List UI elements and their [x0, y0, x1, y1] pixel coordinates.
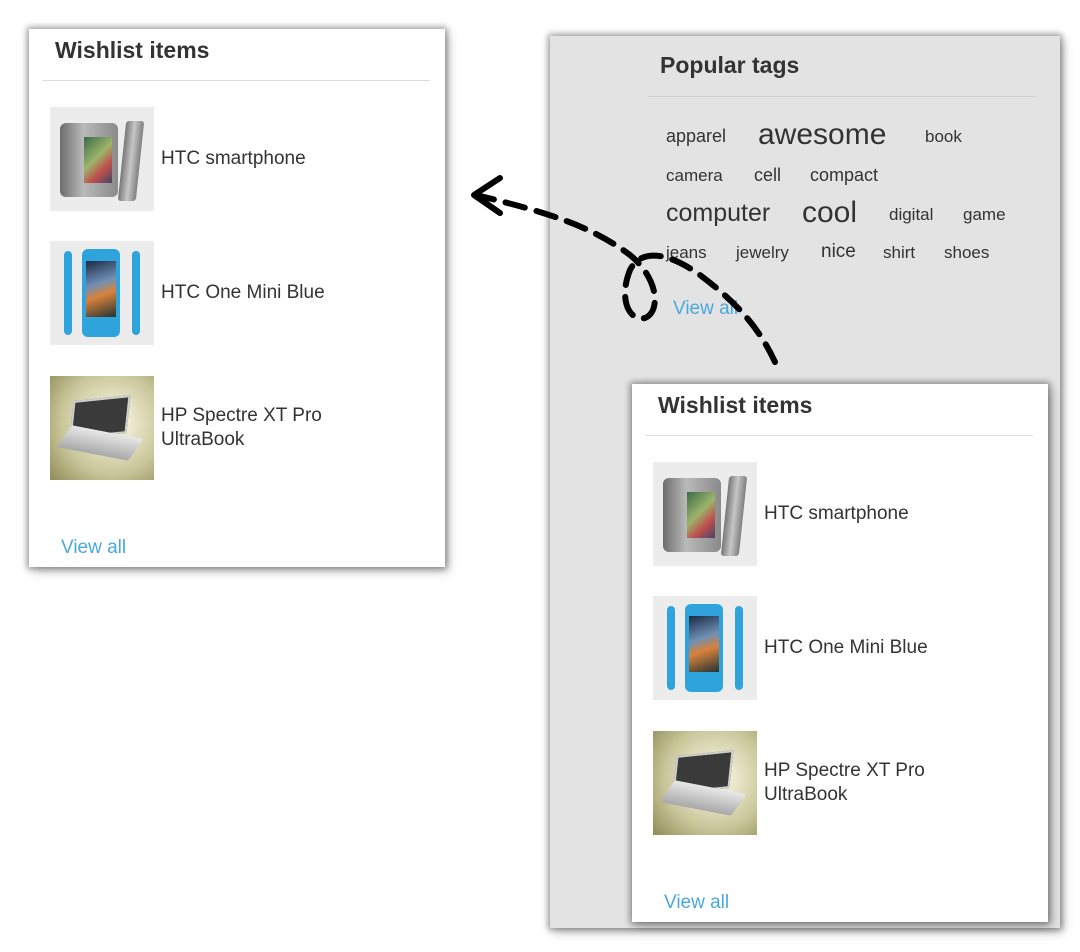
htc-smartphone-image[interactable]	[50, 107, 154, 211]
view-all-link[interactable]: View all	[664, 892, 729, 914]
wishlist-item-name[interactable]: HTC smartphone	[161, 147, 371, 171]
tag-camera[interactable]: camera	[666, 166, 723, 186]
tag-shoes[interactable]: shoes	[944, 243, 989, 263]
title-divider	[648, 96, 1035, 97]
tag-nice[interactable]: nice	[821, 241, 856, 263]
title-divider	[646, 435, 1033, 436]
tag-cool[interactable]: cool	[802, 196, 857, 230]
tag-game[interactable]: game	[963, 205, 1006, 225]
wishlist-item-name[interactable]: HTC One Mini Blue	[764, 636, 974, 660]
wishlist-title: Wishlist items	[658, 392, 813, 418]
wishlist-item-name[interactable]: HTC One Mini Blue	[161, 281, 371, 305]
title-divider	[43, 80, 430, 81]
tag-jewelry[interactable]: jewelry	[736, 243, 789, 263]
wishlist-panel-left: Wishlist items HTC smartphone HTC One Mi…	[29, 29, 445, 567]
wishlist-item[interactable]: HTC One Mini Blue	[50, 241, 371, 345]
wishlist-title: Wishlist items	[55, 37, 210, 63]
tag-shirt[interactable]: shirt	[883, 243, 915, 263]
wishlist-panel-right: Wishlist items HTC smartphone HTC One Mi…	[632, 384, 1048, 922]
tag-jeans[interactable]: jeans	[666, 243, 707, 263]
tag-awesome[interactable]: awesome	[758, 118, 886, 152]
tag-computer[interactable]: computer	[666, 199, 770, 228]
wishlist-item[interactable]: HTC smartphone	[50, 107, 371, 211]
view-all-link[interactable]: View all	[673, 298, 738, 320]
tag-digital[interactable]: digital	[889, 205, 933, 225]
wishlist-item[interactable]: HP Spectre XT Pro UltraBook	[50, 376, 371, 480]
tag-book[interactable]: book	[925, 127, 962, 147]
wishlist-item-name[interactable]: HP Spectre XT Pro UltraBook	[764, 759, 974, 807]
hp-spectre-image[interactable]	[50, 376, 154, 480]
htc-one-mini-blue-image[interactable]	[653, 596, 757, 700]
tag-apparel[interactable]: apparel	[666, 126, 726, 147]
view-all-link[interactable]: View all	[61, 537, 126, 559]
htc-smartphone-image[interactable]	[653, 462, 757, 566]
wishlist-item[interactable]: HP Spectre XT Pro UltraBook	[653, 731, 974, 835]
tag-compact[interactable]: compact	[810, 165, 878, 186]
popular-tags-title: Popular tags	[660, 52, 800, 78]
wishlist-item[interactable]: HTC smartphone	[653, 462, 974, 566]
htc-one-mini-blue-image[interactable]	[50, 241, 154, 345]
hp-spectre-image[interactable]	[653, 731, 757, 835]
wishlist-item-name[interactable]: HP Spectre XT Pro UltraBook	[161, 404, 371, 452]
wishlist-item-name[interactable]: HTC smartphone	[764, 502, 974, 526]
tag-cell[interactable]: cell	[754, 165, 781, 186]
wishlist-item[interactable]: HTC One Mini Blue	[653, 596, 974, 700]
